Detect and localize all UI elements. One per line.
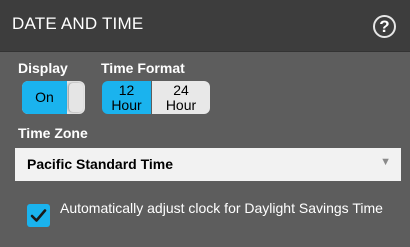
time-format-24-hour-button[interactable]: 24 Hour <box>152 81 210 114</box>
checkmark-icon <box>30 209 47 222</box>
display-toggle[interactable]: On <box>22 81 85 114</box>
time-format-12-unit: Hour <box>111 97 142 113</box>
display-label: Display <box>18 60 68 76</box>
toggle-knob <box>69 83 83 112</box>
time-format-12-number: 12 <box>118 82 135 98</box>
date-time-panel: DATE AND TIME ? Display On Time Format 1… <box>0 0 410 247</box>
time-format-24-number: 24 <box>173 82 189 98</box>
time-format-label: Time Format <box>101 60 185 76</box>
time-zone-dropdown[interactable]: Pacific Standard Time ▼ <box>15 148 401 181</box>
dst-checkbox[interactable] <box>27 204 50 227</box>
time-format-24-unit: Hour <box>165 97 197 113</box>
help-icon[interactable]: ? <box>373 15 396 38</box>
time-zone-selected-value: Pacific Standard Time <box>27 156 174 172</box>
display-toggle-on-label: On <box>22 81 67 114</box>
dst-checkbox-label: Automatically adjust clock for Daylight … <box>60 200 383 216</box>
panel-header: DATE AND TIME ? <box>0 0 410 52</box>
time-zone-label: Time Zone <box>18 125 88 141</box>
panel-title: DATE AND TIME <box>12 14 144 33</box>
time-format-12-hour-button[interactable]: 12 Hour <box>102 81 151 114</box>
dropdown-arrow-icon: ▼ <box>380 156 391 168</box>
